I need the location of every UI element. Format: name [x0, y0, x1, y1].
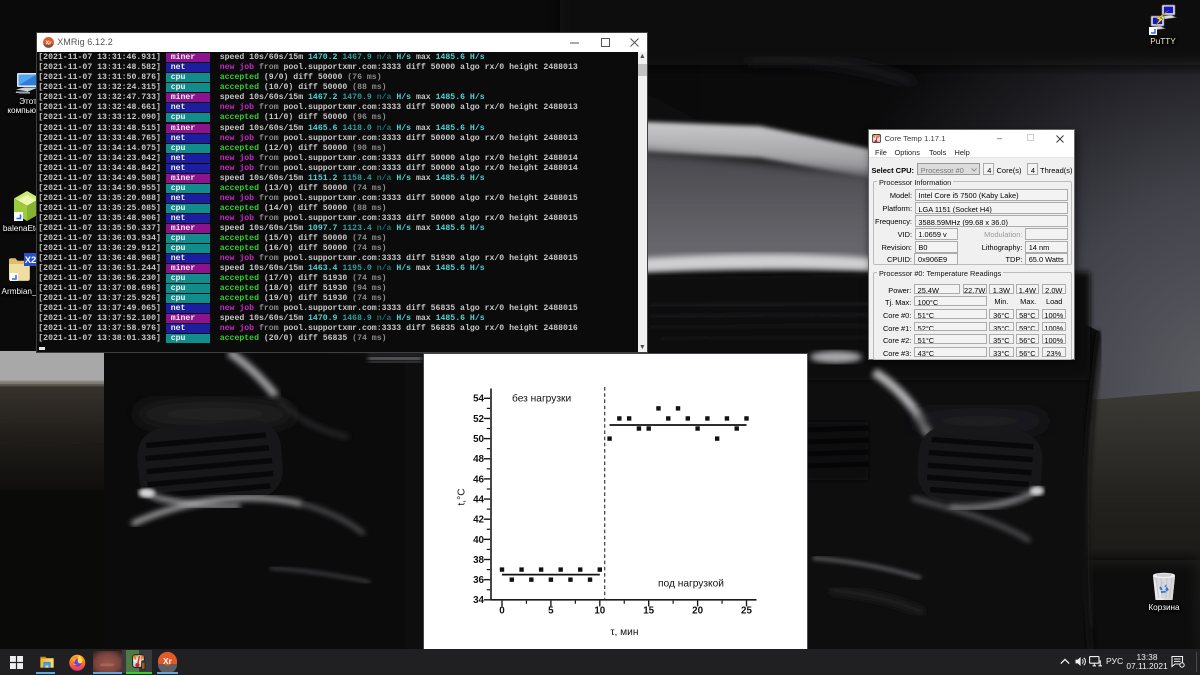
svg-text:10: 10: [594, 605, 605, 616]
svg-text:50: 50: [473, 434, 484, 445]
svg-text:54: 54: [473, 394, 484, 405]
svg-text:46: 46: [473, 474, 484, 485]
svg-text:42: 42: [473, 514, 484, 525]
svg-text:20: 20: [692, 605, 703, 616]
svg-text:52: 52: [473, 414, 484, 425]
svg-text:Xr: Xr: [46, 41, 53, 47]
svg-text:48: 48: [473, 454, 484, 465]
svg-text:44: 44: [473, 494, 484, 505]
svg-text:t,°C: t,°C: [456, 488, 467, 505]
svg-text:36: 36: [473, 575, 484, 586]
svg-text:25: 25: [741, 605, 752, 616]
svg-text:Xr: Xr: [163, 657, 172, 666]
svg-text:без нагрузки: без нагрузки: [512, 392, 571, 404]
svg-text:34: 34: [473, 595, 484, 606]
svg-text:38: 38: [473, 555, 484, 566]
svg-text:X2: X2: [25, 255, 37, 266]
svg-text:15: 15: [643, 605, 654, 616]
svg-text:5: 5: [548, 605, 554, 616]
svg-text:0: 0: [499, 605, 505, 616]
svg-text:40: 40: [473, 535, 484, 546]
svg-text:под нагрузкой: под нагрузкой: [658, 578, 724, 589]
svg-text:τ, мин: τ, мин: [610, 627, 638, 638]
